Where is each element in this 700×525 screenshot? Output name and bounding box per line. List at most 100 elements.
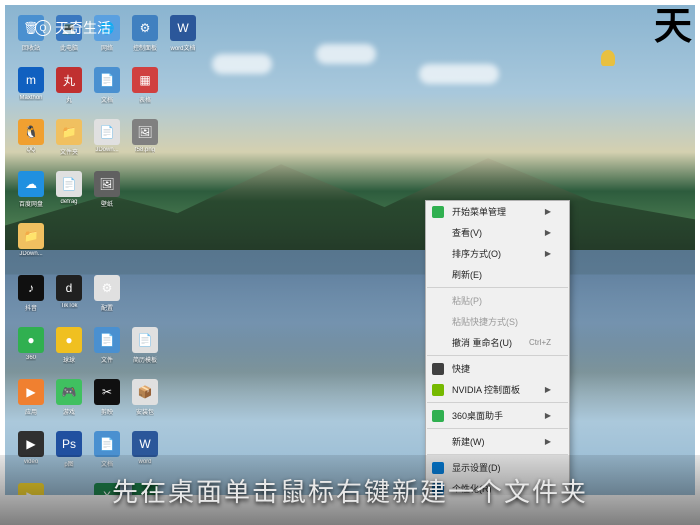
app-icon: ☁ (18, 171, 44, 197)
icon-label: JDown... (95, 147, 118, 153)
desktop-icon[interactable]: 丸丸 (51, 67, 87, 117)
desktop-icon[interactable]: 📄文档 (89, 67, 125, 117)
app-icon: 📄 (132, 327, 158, 353)
menu-item-label: 新建(W) (452, 435, 485, 448)
desktop-icon[interactable]: ● 360 (13, 327, 49, 377)
app-icon: ▶ (18, 431, 44, 457)
app-icon: 丸 (56, 67, 82, 93)
icon-label: TikTok (60, 303, 77, 309)
submenu-arrow-icon: ▶ (545, 411, 551, 420)
desktop-icon[interactable]: ⚙控制面板 (127, 15, 163, 65)
top-right-char: 天 (654, 0, 692, 50)
app-icon: 🖼 (132, 119, 158, 145)
menu-separator (427, 428, 568, 429)
subtitle-bar: 先在桌面单击鼠标右键新建一个文件夹 (0, 455, 700, 525)
menu-item[interactable]: 快捷 (426, 358, 569, 379)
submenu-arrow-icon: ▶ (545, 249, 551, 258)
icon-label: 360 (26, 355, 36, 361)
icon-label: 网络 (101, 43, 113, 52)
icon-label: 文件夹 (60, 147, 78, 156)
app-icon: 🎮 (56, 379, 82, 405)
desktop-icon[interactable]: 📦安装包 (127, 379, 163, 429)
app-icon: 🐧 (18, 119, 44, 145)
desktop-icon[interactable]: Wword文档 (165, 15, 201, 65)
menu-item[interactable]: NVIDIA 控制面板▶ (426, 379, 569, 400)
desktop-icon[interactable]: 🖼f58.png (127, 119, 163, 169)
desktop-icon[interactable]: ●球球 (51, 327, 87, 377)
submenu-arrow-icon: ▶ (545, 437, 551, 446)
bell-icon (601, 50, 615, 66)
desktop-icon[interactable]: 📁 文件夹 (51, 119, 87, 169)
desktop-icon[interactable]: 📄JDown... (89, 119, 125, 169)
icon-label: 回收站 (22, 43, 40, 52)
menu-item-icon (432, 410, 444, 422)
menu-item: 粘贴(P) (426, 290, 569, 311)
desktop-icon[interactable]: ▶应用 (13, 379, 49, 429)
menu-item-label: 撤消 重命名(U) (452, 336, 512, 349)
menu-item[interactable]: 排序方式(O)▶ (426, 243, 569, 264)
icon-label: defrag (60, 199, 77, 205)
menu-item-icon (432, 384, 444, 396)
desktop-icon[interactable]: 📄文件 (89, 327, 125, 377)
icon-label: 此电脑 (60, 43, 78, 52)
submenu-arrow-icon: ▶ (545, 207, 551, 216)
icon-label: word文档 (170, 43, 195, 52)
desktop-icon[interactable]: 🎮 游戏 (51, 379, 87, 429)
menu-separator (427, 402, 568, 403)
icon-label: 壁纸 (101, 199, 113, 208)
menu-item-label: 快捷 (452, 362, 470, 375)
menu-item: 粘贴快捷方式(S) (426, 311, 569, 332)
menu-item[interactable]: 开始菜单管理 ▶ (426, 201, 569, 222)
desktop-icon[interactable]: 🐧QQ (13, 119, 49, 169)
desktop-icon[interactable]: 🖼 壁纸 (89, 171, 125, 221)
cloud-decoration (212, 54, 272, 74)
menu-item[interactable]: 新建(W) ▶ (426, 431, 569, 452)
app-icon: ✂ (94, 379, 120, 405)
menu-separator (427, 355, 568, 356)
menu-item[interactable]: 查看(V)▶ (426, 222, 569, 243)
desktop-icon[interactable]: 📄 defrag (51, 171, 87, 221)
desktop-icon[interactable]: ⚙配置 (89, 275, 125, 325)
icon-label: 配置 (101, 303, 113, 312)
menu-shortcut: Ctrl+Z (529, 338, 551, 347)
menu-item-label: 查看(V) (452, 226, 482, 239)
desktop-icon[interactable]: ▦表格 (127, 67, 163, 117)
menu-item[interactable]: 撤消 重命名(U) Ctrl+Z (426, 332, 569, 353)
menu-separator (427, 287, 568, 288)
logo-icon: Q (35, 20, 51, 36)
desktop-icon[interactable]: ☁百度网盘 (13, 171, 49, 221)
desktop-wallpaper[interactable]: 🗑回收站💻此电脑🌐网络⚙控制面板Wword文档mMaxthon丸丸📄文档▦表格🐧… (5, 5, 695, 495)
desktop-icon-grid: 🗑回收站💻此电脑🌐网络⚙控制面板Wword文档mMaxthon丸丸📄文档▦表格🐧… (13, 15, 201, 495)
subtitle-text: 先在桌面单击鼠标右键新建一个文件夹 (112, 472, 588, 509)
app-icon: W (132, 431, 158, 457)
icon-label: 安装包 (136, 407, 154, 416)
app-icon: 📄 (56, 171, 82, 197)
desktop-icon[interactable]: 📄 简历模板 (127, 327, 163, 377)
menu-item-label: 开始菜单管理 (452, 205, 506, 218)
app-icon: 📄 (94, 67, 120, 93)
app-icon: Ps (56, 431, 82, 457)
icon-label: 文件 (101, 355, 113, 364)
menu-item[interactable]: 360桌面助手▶ (426, 405, 569, 426)
app-icon: d (56, 275, 82, 301)
icon-label: 游戏 (63, 407, 75, 416)
app-icon: ♪ (18, 275, 44, 301)
desktop-icon[interactable]: 📁JDown... (13, 223, 49, 273)
desktop-icon[interactable]: ♪抖音 (13, 275, 49, 325)
context-menu: 开始菜单管理▶查看(V)▶排序方式(O)▶刷新(E)粘贴(P)粘贴快捷方式(S)… (425, 200, 570, 495)
desktop-icon[interactable]: d TikTok (51, 275, 87, 325)
icon-label: 简历模板 (133, 355, 157, 364)
menu-item[interactable]: 刷新(E) (426, 264, 569, 285)
app-icon: 📁 (18, 223, 44, 249)
desktop-icon[interactable]: ✂剪映 (89, 379, 125, 429)
app-icon: W (170, 15, 196, 41)
app-icon: ● (18, 327, 44, 353)
desktop-icon[interactable]: mMaxthon (13, 67, 49, 117)
icon-label: 表格 (139, 95, 151, 104)
app-icon: 🖼 (94, 171, 120, 197)
menu-item-label: 刷新(E) (452, 268, 482, 281)
app-icon: 📁 (56, 119, 82, 145)
menu-item-label: 粘贴快捷方式(S) (452, 315, 518, 328)
app-icon: ⚙ (132, 15, 158, 41)
app-icon: ● (56, 327, 82, 353)
